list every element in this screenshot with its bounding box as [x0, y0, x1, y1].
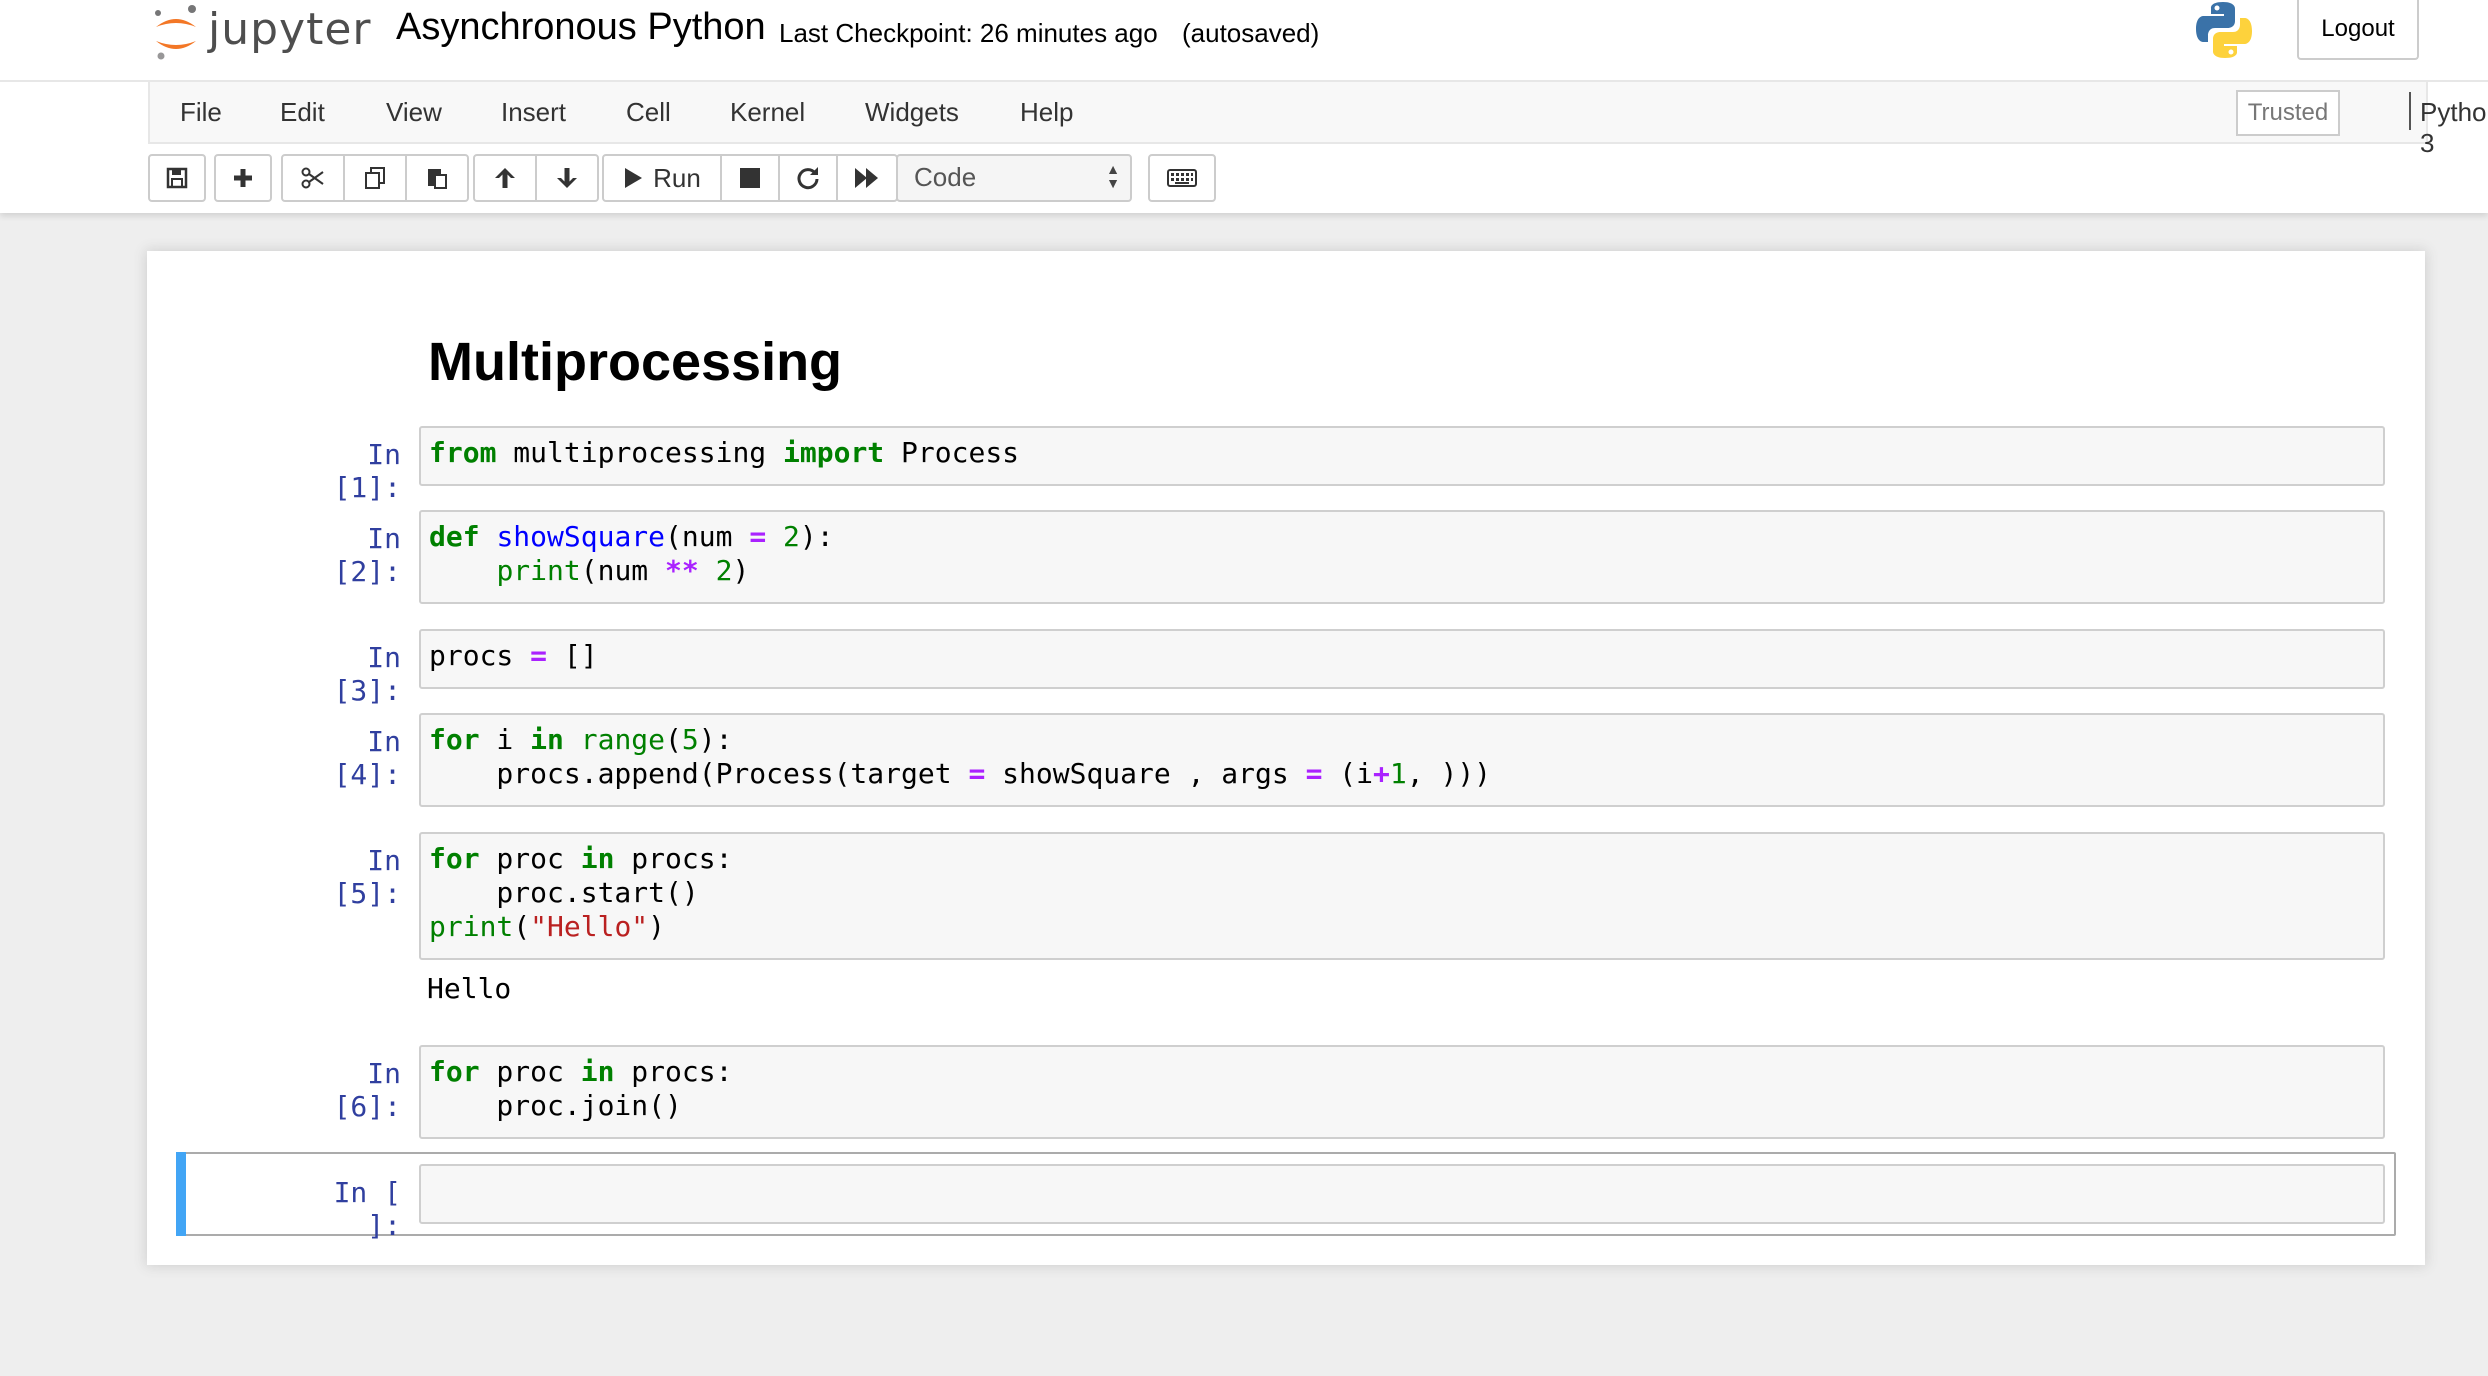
- code-text: procs = []: [429, 639, 598, 672]
- cell-prompt: In [ ]:: [333, 1176, 401, 1242]
- run-label: Run: [653, 162, 701, 193]
- kernel-separator: [2409, 92, 2411, 130]
- menubar: File Edit View Insert Cell Kernel Widget…: [148, 82, 2488, 158]
- move-down-button[interactable]: [535, 154, 599, 202]
- cell-output: Hello: [427, 972, 512, 1005]
- menu-kernel[interactable]: Kernel: [730, 97, 805, 128]
- jupyter-logo[interactable]: jupyter: [152, 0, 372, 66]
- header-top-bar: jupyter Asynchronous Python Last Checkpo…: [0, 0, 2488, 82]
- paste-icon: [428, 169, 447, 189]
- stop-icon: [740, 168, 760, 188]
- jupyter-icon: [155, 5, 196, 60]
- code-text: for proc in procs: proc.start() print("H…: [429, 842, 733, 943]
- run-icon: [625, 168, 643, 188]
- code-cell-input[interactable]: for proc in procs: proc.start() print("H…: [419, 832, 2385, 960]
- cell-type-select[interactable]: Code ▲ ▼: [896, 154, 1132, 202]
- run-button[interactable]: Run: [602, 154, 722, 202]
- toolbar-command-palette-group: [1148, 154, 1216, 202]
- arrow-up-icon: [495, 168, 515, 188]
- selected-cell-indicator: [176, 1152, 186, 1236]
- code-cell-input[interactable]: for proc in procs: proc.join(): [419, 1045, 2385, 1139]
- code-text: def showSquare(num = 2): print(num ** 2): [429, 520, 834, 587]
- toolbar-move-group: [473, 154, 599, 202]
- menu-view[interactable]: View: [386, 97, 442, 128]
- move-up-button[interactable]: [473, 154, 537, 202]
- logo-text: jupyter: [208, 3, 372, 55]
- python-logo-icon: [2196, 2, 2252, 58]
- autosave-status: (autosaved): [1182, 18, 1320, 48]
- code-text: for proc in procs: proc.join(): [429, 1055, 733, 1122]
- restart-kernel-button[interactable]: [778, 154, 838, 202]
- command-palette-button[interactable]: [1148, 154, 1216, 202]
- cut-button[interactable]: [281, 154, 345, 202]
- toolbar-edit-group: [281, 154, 469, 202]
- cell-prompt: In [6]:: [333, 1057, 401, 1123]
- cut-icon: [301, 167, 324, 189]
- cell-prompt: In [4]:: [333, 725, 401, 791]
- checkpoint-status: Last Checkpoint: 26 minutes ago: [779, 18, 1158, 48]
- logout-button[interactable]: Logout: [2297, 0, 2419, 60]
- toolbar-insert-group: [214, 154, 272, 202]
- cell-prompt: In [2]:: [333, 522, 401, 588]
- code-cell-input[interactable]: def showSquare(num = 2): print(num ** 2): [419, 510, 2385, 604]
- menu-widgets[interactable]: Widgets: [865, 97, 959, 128]
- restart-icon: [797, 167, 819, 190]
- markdown-heading[interactable]: Multiprocessing: [428, 331, 842, 393]
- interrupt-kernel-button[interactable]: [720, 154, 780, 202]
- paste-button[interactable]: [405, 154, 469, 202]
- cell-prompt: In [1]:: [333, 438, 401, 504]
- trusted-indicator[interactable]: Trusted: [2236, 90, 2340, 136]
- cell-prompt: In [5]:: [333, 844, 401, 910]
- add-cell-icon: [234, 169, 252, 187]
- toolbar-save-group: [148, 154, 206, 202]
- fast-forward-icon: [855, 168, 878, 188]
- arrow-down-icon: [557, 168, 577, 188]
- notebook-title[interactable]: Asynchronous Python: [396, 6, 766, 49]
- copy-button[interactable]: [343, 154, 407, 202]
- toolbar-run-group: Run: [602, 154, 898, 202]
- header: jupyter Asynchronous Python Last Checkpo…: [0, 0, 2488, 213]
- menu-insert[interactable]: Insert: [501, 97, 566, 128]
- code-cell-input[interactable]: for i in range(5): procs.append(Process(…: [419, 713, 2385, 807]
- menu-file[interactable]: File: [180, 97, 222, 128]
- notebook-container: Multiprocessing In [1]: from multiproces…: [147, 251, 2425, 1265]
- menu-cell[interactable]: Cell: [626, 97, 671, 128]
- menu-help[interactable]: Help: [1020, 97, 1073, 128]
- copy-icon: [365, 167, 385, 189]
- save-icon: [166, 167, 188, 189]
- cell-type-value: Code: [914, 162, 977, 192]
- save-button[interactable]: [148, 154, 206, 202]
- cell-prompt: In [3]:: [333, 641, 401, 707]
- code-cell-input[interactable]: from multiprocessing import Process: [419, 426, 2385, 486]
- code-cell-input[interactable]: procs = []: [419, 629, 2385, 689]
- select-arrows-icon: ▲ ▼: [1106, 161, 1120, 191]
- code-text: for i in range(5): procs.append(Process(…: [429, 723, 1492, 790]
- restart-run-all-button[interactable]: [836, 154, 898, 202]
- empty-code-cell-input[interactable]: [419, 1164, 2385, 1224]
- menu-edit[interactable]: Edit: [280, 97, 325, 128]
- code-text: from multiprocessing import Process: [429, 436, 1020, 469]
- keyboard-icon: [1167, 169, 1197, 187]
- insert-cell-button[interactable]: [214, 154, 272, 202]
- kernel-name[interactable]: Python 3: [2420, 97, 2488, 159]
